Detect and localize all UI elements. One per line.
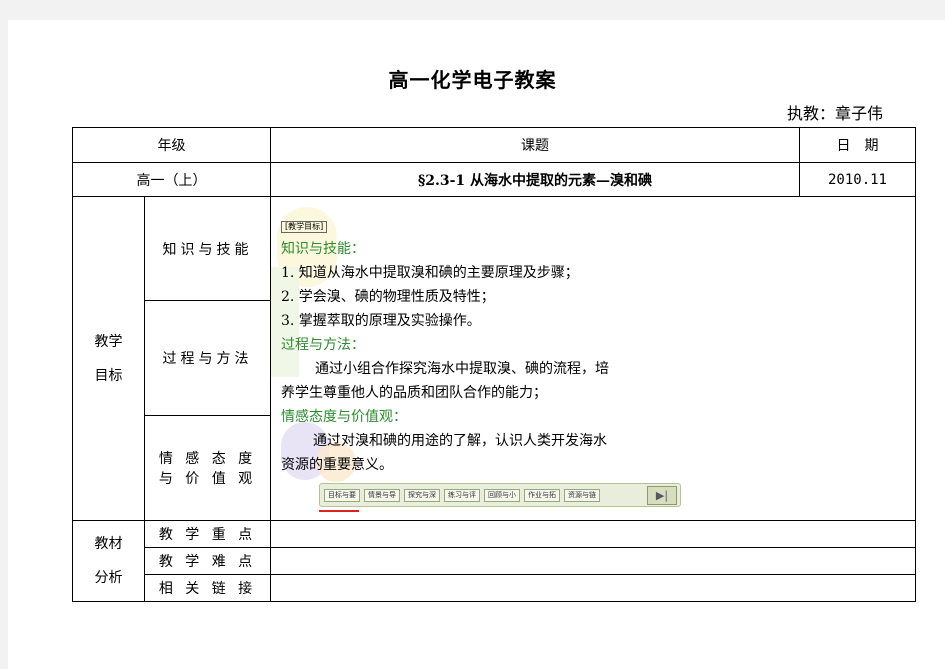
- process-text-1: 通过小组合作探究海水中提取溴、碘的流程，培: [315, 361, 609, 377]
- process-text-2: 养学生尊重他人的品质和团队合作的能力；: [281, 385, 547, 401]
- nav-resources-button[interactable]: 资源与链接: [564, 489, 600, 502]
- teaching-goals-label-line1: 教学: [94, 333, 123, 350]
- nav-practice-button[interactable]: 练习与评价: [444, 489, 480, 502]
- date-header: 日 期: [799, 127, 916, 163]
- left-margin-strip: [0, 0, 8, 669]
- objectives-text: [教学目标] 知识与技能： 1. 知道从海水中提取溴和碘的主要原理及步骤； 2.…: [281, 213, 701, 477]
- knowledge-item-3: 3. 掌握萃取的原理及实验操作。: [281, 313, 481, 329]
- emotion-heading: 情感态度与价值观：: [281, 409, 407, 425]
- difficult-points-value[interactable]: [270, 547, 916, 575]
- related-links-label: 相 关 链 接: [144, 574, 271, 602]
- author-line: 执教：章子伟: [786, 104, 883, 123]
- emotion-text-2: 资源的重要意义。: [281, 457, 393, 473]
- nav-homework-button[interactable]: 作业与拓展: [524, 489, 560, 502]
- key-points-value[interactable]: [270, 520, 916, 548]
- goal-knowledge-skills: 知识与技能: [144, 195, 271, 302]
- teaching-goals-label: 教学 目标: [72, 196, 145, 521]
- key-points-label: 教 学 重 点: [144, 520, 271, 548]
- play-next-icon[interactable]: ▶|: [647, 486, 677, 505]
- process-heading: 过程与方法：: [281, 337, 365, 353]
- knowledge-heading: 知识与技能：: [281, 241, 365, 257]
- objectives-image-cell: [教学目标] 知识与技能： 1. 知道从海水中提取溴和碘的主要原理及步骤； 2.…: [270, 196, 916, 521]
- date-value: 2010.11: [799, 162, 916, 197]
- nav-explore-button[interactable]: 探究与深化: [404, 489, 440, 502]
- goal-emotion-values-line1: 情 感 态 度: [158, 450, 257, 467]
- teaching-goals-label-line2: 目标: [94, 367, 123, 384]
- goal-process-methods: 过程与方法: [144, 300, 271, 416]
- objectives-image: [教学目标] 知识与技能： 1. 知道从海水中提取溴和碘的主要原理及步骤； 2.…: [271, 198, 915, 520]
- material-analysis-label-line2: 分析: [94, 570, 123, 586]
- knowledge-item-2: 2. 学会溴、碘的物理性质及特性；: [281, 289, 495, 305]
- material-analysis-label: 教材 分析: [72, 520, 145, 602]
- topic-header: 课题: [270, 127, 800, 163]
- material-analysis-label-line1: 教材: [94, 536, 123, 552]
- nav-intro-button[interactable]: 情景与导入: [364, 489, 400, 502]
- related-links-value[interactable]: [270, 574, 916, 602]
- nav-review-button[interactable]: 回顾与小结: [484, 489, 520, 502]
- top-margin-strip: [0, 0, 945, 20]
- topic-value: §2.3-1 从海水中提取的元素—溴和碘: [270, 162, 800, 197]
- emotion-text-1: 通过对溴和碘的用途的了解，认识人类开发海水: [313, 433, 607, 449]
- goal-emotion-values: 情 感 态 度 与 价 值 观: [144, 414, 271, 522]
- active-tab-underline: [319, 510, 359, 512]
- grade-value: 高一（上）: [72, 162, 271, 197]
- grade-header: 年级: [72, 127, 271, 163]
- goal-emotion-values-line2: 与 价 值 观: [158, 470, 257, 487]
- knowledge-item-1: 1. 知道从海水中提取溴和碘的主要原理及步骤；: [281, 265, 579, 281]
- difficult-points-label: 教 学 难 点: [144, 547, 271, 575]
- lesson-plan-table: 年级 课题 日 期 高一（上） §2.3-1 从海水中提取的元素—溴和碘 201…: [72, 127, 916, 602]
- slide-nav-bar: 目标与要求 情景与导入 探究与深化 练习与评价 回顾与小结 作业与拓展 资源与链…: [319, 483, 681, 507]
- objectives-tag: [教学目标]: [281, 221, 328, 233]
- document-title: 高一化学电子教案: [388, 68, 557, 92]
- nav-goals-button[interactable]: 目标与要求: [324, 489, 360, 502]
